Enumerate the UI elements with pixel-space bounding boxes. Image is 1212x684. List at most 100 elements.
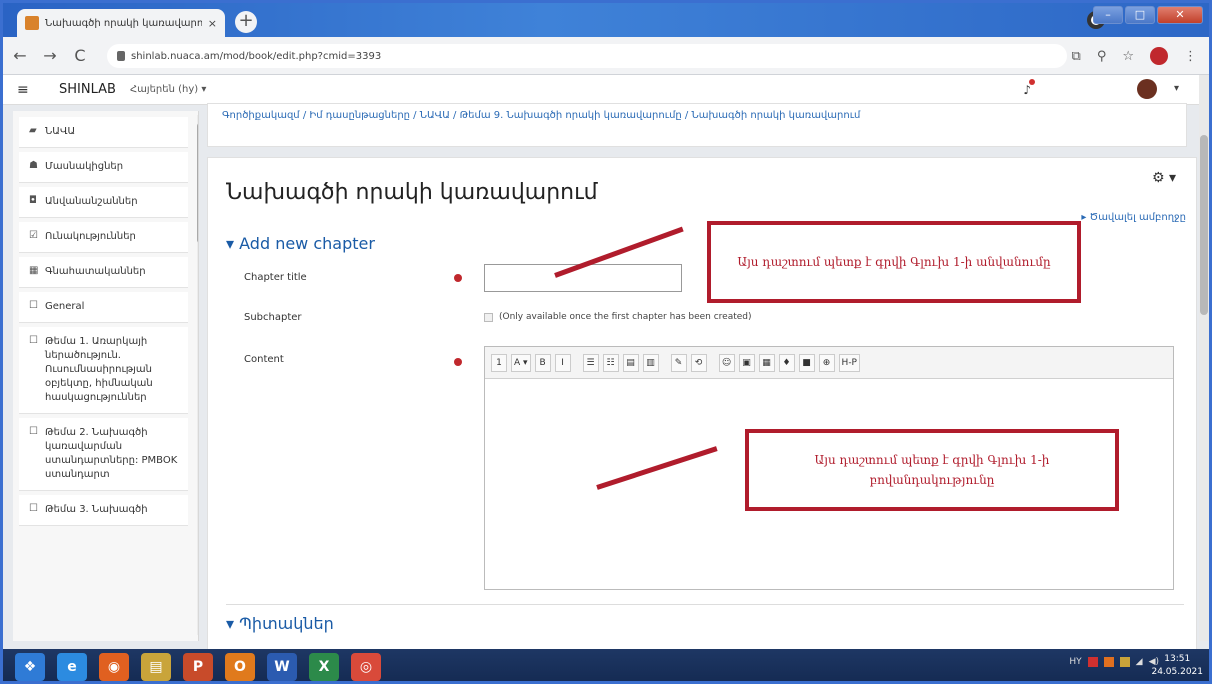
minimize-button[interactable]: – <box>1093 6 1123 24</box>
explorer-icon[interactable]: ▤ <box>141 652 171 681</box>
tray-app-icon[interactable] <box>1119 657 1130 667</box>
subchapter-option: (Only available once the first chapter h… <box>484 312 752 322</box>
image-icon[interactable]: ▣ <box>738 353 755 372</box>
system-clock[interactable]: 13:51 24.05.2021 <box>1151 653 1203 679</box>
zoom-icon[interactable]: ⚲ <box>1097 49 1107 64</box>
ie-icon[interactable]: e <box>57 652 87 681</box>
translate-icon[interactable]: ⧉ <box>1072 49 1081 64</box>
page-scrollbar[interactable] <box>1199 75 1209 641</box>
sidebar-item-topic-3[interactable]: ☐ Թեմա 3. Նախագծի <box>19 495 188 526</box>
sidebar-item-general[interactable]: ☐ General <box>19 292 188 323</box>
screen-frame: Նախագծի որակի կառավարում × + – □ ✕ ← → C… <box>0 0 1212 684</box>
chrome-icon[interactable]: ◎ <box>351 652 381 681</box>
excel-icon[interactable]: X <box>309 652 339 681</box>
maximize-button[interactable]: □ <box>1125 6 1155 24</box>
notification-bell-icon[interactable]: ♪ <box>1023 79 1036 97</box>
users-icon: ☗ <box>29 160 38 171</box>
network-icon[interactable]: ◢ <box>1136 657 1143 667</box>
new-tab-button[interactable]: + <box>235 11 257 33</box>
editor-toolbar: 1 A ▾ B I ☰ ☷ ▤ ▥ ✎ ⟲ ☺ ▣ ▦ ♦ ■ ⊕ H-P <box>485 347 1173 379</box>
sidebar-item-badges[interactable]: ◘ Անվանանշաններ <box>19 187 188 218</box>
language-selector[interactable]: Հայերեն (hy) ▾ <box>130 84 206 95</box>
sidebar-item-label: Թեմա 2. Նախագծի կառավարման ստանդարտները:… <box>45 427 178 480</box>
powerpoint-icon[interactable]: P <box>183 652 213 681</box>
tray-app-icon[interactable] <box>1087 657 1098 667</box>
folder-icon: ☐ <box>29 503 38 514</box>
graduation-cap-icon: ▰ <box>29 125 37 136</box>
required-icon <box>454 358 462 366</box>
sidebar-item-label: Գնահատականներ <box>45 266 146 277</box>
chapter-title-input[interactable] <box>484 264 682 292</box>
toolbar-toggle-button[interactable]: 1 <box>491 353 507 372</box>
url-text: shinlab.nuaca.am/mod/book/edit.php?cmid=… <box>131 50 382 62</box>
tags-section-header[interactable]: ▾ Պիտակներ <box>226 614 334 633</box>
tab-close-icon[interactable]: × <box>208 17 217 30</box>
word-icon[interactable]: W <box>267 652 297 681</box>
record-video-icon[interactable]: ■ <box>798 353 815 372</box>
bookmark-star-icon[interactable]: ☆ <box>1122 49 1134 64</box>
content-annotation-callout: Այս դաշտում պետք է գրվի Գլուխ 1-ի բովանդ… <box>745 429 1119 511</box>
media-icon[interactable]: ▦ <box>758 353 775 372</box>
expand-all-link[interactable]: ▸ Ծավալել ամբողջը <box>1081 212 1186 223</box>
start-icon[interactable]: ❖ <box>15 652 45 681</box>
sidebar-item-course[interactable]: ▰ ՆԱՎԱ <box>19 117 188 148</box>
unlink-icon[interactable]: ⟲ <box>690 353 707 372</box>
grades-icon: ▦ <box>29 265 39 276</box>
indent-icon[interactable]: ▤ <box>622 353 639 372</box>
add-chapter-section-header[interactable]: ▾ Add new chapter <box>226 234 375 253</box>
page-title: Նախագծի որակի կառավարում <box>226 180 598 205</box>
url-field[interactable]: shinlab.nuaca.am/mod/book/edit.php?cmid=… <box>107 44 1067 68</box>
title-annotation-text: Այս դաշտում պետք է գրվի Գլուխ 1-ի անվանո… <box>737 255 1051 269</box>
sidebar-scrollbar[interactable] <box>197 115 198 635</box>
italic-button[interactable]: I <box>554 353 571 372</box>
emoji-icon[interactable]: ☺ <box>718 353 735 372</box>
sidebar-item-topic-2[interactable]: ☐ Թեմա 2. Նախագծի կառավարման ստանդարտները… <box>19 418 188 491</box>
manage-files-icon[interactable]: ⊕ <box>818 353 835 372</box>
moodle-favicon-icon <box>25 16 39 30</box>
site-brand[interactable]: SHINLAB <box>59 82 116 97</box>
reload-button[interactable]: C <box>71 46 89 65</box>
clock-date: 24.05.2021 <box>1151 667 1203 677</box>
record-audio-icon[interactable]: ♦ <box>778 353 795 372</box>
profile-avatar-icon[interactable] <box>1150 47 1168 65</box>
sidebar-scrollbar-thumb[interactable] <box>197 123 198 243</box>
font-size-button[interactable]: A ▾ <box>511 353 531 372</box>
user-menu-caret-icon[interactable]: ▾ <box>1174 83 1179 94</box>
ordered-list-icon[interactable]: ☷ <box>602 353 619 372</box>
language-indicator[interactable]: HY <box>1069 657 1081 667</box>
sidebar-item-competencies[interactable]: ☑ Ունակություններ <box>19 222 188 253</box>
windows-taskbar: ❖ e ◉ ▤ P O W X ◎ HY ◢ ◀) 13:51 24.05.20… <box>3 649 1209 681</box>
sidebar-item-grades[interactable]: ▦ Գնահատականներ <box>19 257 188 288</box>
sidebar-item-label: Թեմա 3. Նախագծի <box>45 504 148 515</box>
page-scrollbar-thumb[interactable] <box>1200 135 1208 315</box>
sidebar-item-label: Թեմա 1. Առարկայի ներածություն. Ուսումնաս… <box>45 336 153 403</box>
back-button[interactable]: ← <box>11 46 29 65</box>
folder-icon: ☐ <box>29 300 38 311</box>
bold-button[interactable]: B <box>534 353 551 372</box>
forward-button[interactable]: → <box>41 46 59 65</box>
gear-icon[interactable]: ⚙ ▾ <box>1152 170 1176 186</box>
address-bar-actions: ⧉ ⚲ ☆ ⋮ <box>1072 47 1197 65</box>
competencies-icon: ☑ <box>29 230 38 241</box>
h5p-icon[interactable]: H-P <box>838 353 860 372</box>
sidebar-item-participants[interactable]: ☗ Մասնակիցներ <box>19 152 188 183</box>
sidebar-item-label: ՆԱՎԱ <box>45 126 76 137</box>
browser-tab[interactable]: Նախագծի որակի կառավարում × <box>17 9 225 37</box>
tags-heading: Պիտակներ <box>239 614 334 633</box>
menu-dots-icon[interactable]: ⋮ <box>1184 49 1197 64</box>
link-icon[interactable]: ✎ <box>670 353 687 372</box>
sidebar-item-topic-1[interactable]: ☐ Թեմա 1. Առարկայի ներածություն. Ուսումնա… <box>19 327 188 414</box>
breadcrumb-card: Գործիքակազմ / Իմ դասընթացները / ՆԱՎԱ / Թ… <box>207 103 1187 147</box>
title-annotation-callout: Այս դաշտում պետք է գրվի Գլուխ 1-ի անվանո… <box>707 221 1081 303</box>
user-avatar[interactable] <box>1137 79 1157 99</box>
lock-icon <box>117 51 125 61</box>
close-window-button[interactable]: ✕ <box>1157 6 1203 24</box>
section-divider <box>226 604 1184 605</box>
outdent-icon[interactable]: ▥ <box>642 353 659 372</box>
outlook-icon[interactable]: O <box>225 652 255 681</box>
breadcrumb[interactable]: Գործիքակազմ / Իմ դասընթացները / ՆԱՎԱ / Թ… <box>222 110 860 121</box>
tray-app-icon[interactable] <box>1103 657 1114 667</box>
unordered-list-icon[interactable]: ☰ <box>582 353 599 372</box>
hamburger-menu-icon[interactable]: ≡ <box>17 82 41 98</box>
firefox-icon[interactable]: ◉ <box>99 652 129 681</box>
